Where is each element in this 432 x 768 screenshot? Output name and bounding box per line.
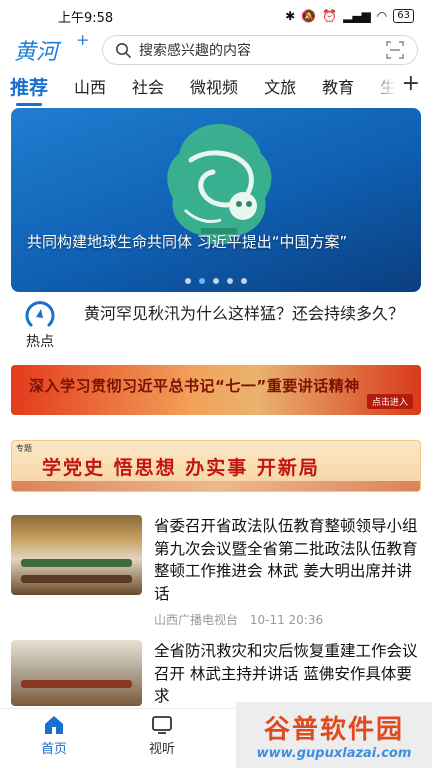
nav-home[interactable]: 首页 xyxy=(0,709,108,768)
scan-icon[interactable] xyxy=(385,40,405,60)
promo-banner-party-history[interactable]: 专题 学党史 悟思想 办实事 开新局 xyxy=(11,440,421,492)
tab-fade xyxy=(366,70,396,102)
site-watermark: 谷普软件园 www.gupuxlazai.com xyxy=(236,702,432,768)
app-logo[interactable]: 黄河 + xyxy=(14,30,90,66)
news-thumbnail xyxy=(11,515,142,595)
news-body: 省委召开省政法队伍教育整顿领导小组第九次会议暨全省第二批政法队伍教育整顿工作推进… xyxy=(154,515,421,627)
logo-plus: + xyxy=(76,30,90,49)
tv-icon xyxy=(152,716,172,734)
news-source: 山西广播电视台 xyxy=(154,613,239,627)
promo-speech-title: 深入学习贯彻习近平总书记“七一”重要讲话精神 xyxy=(29,377,360,395)
nav-audio-video-label: 视听 xyxy=(148,742,175,757)
tab-micro-video[interactable]: 微视频 xyxy=(190,74,238,98)
watermark-title: 谷普软件园 xyxy=(263,715,404,745)
search-input[interactable]: 搜索感兴趣的内容 xyxy=(102,35,418,65)
banner-caption: 共同构建地球生命共同体 习近平提出“中国方案” xyxy=(27,233,348,251)
banner-pagination xyxy=(11,278,421,284)
add-channel-icon[interactable]: + xyxy=(402,72,420,96)
news-body: 全省防汛救灾和灾后恢复重建工作会议召开 林武主持并讲话 蓝佛安作具体要求 xyxy=(154,640,421,710)
promo-enter-button[interactable]: 点击进入 xyxy=(366,394,413,409)
search-placeholder: 搜索感兴趣的内容 xyxy=(139,43,251,59)
tab-culture-tourism[interactable]: 文旅 xyxy=(264,74,296,98)
news-item[interactable]: 全省防汛救灾和灾后恢复重建工作会议召开 林武主持并讲话 蓝佛安作具体要求 xyxy=(11,640,421,710)
news-title: 省委召开省政法队伍教育整顿领导小组第九次会议暨全省第二批政法队伍教育整顿工作推进… xyxy=(154,517,418,603)
pagination-dot[interactable] xyxy=(227,278,233,284)
promo-party-history-title: 学党史 悟思想 办实事 开新局 xyxy=(42,457,320,479)
home-icon xyxy=(45,716,63,734)
top-bar: 黄河 + 搜索感兴趣的内容 xyxy=(0,30,432,68)
thumb-table-detail xyxy=(21,559,132,567)
pagination-dot[interactable] xyxy=(185,278,191,284)
hot-timer-icon xyxy=(25,301,55,327)
nav-home-label: 首页 xyxy=(40,742,67,757)
news-thumbnail xyxy=(11,640,142,706)
news-time: 10-11 20:36 xyxy=(249,613,324,627)
promo-special-tag: 专题 xyxy=(16,444,32,453)
signal-icon: ▂▄▆ xyxy=(343,9,371,23)
tab-education[interactable]: 教育 xyxy=(322,74,354,98)
pagination-dot[interactable] xyxy=(199,278,205,284)
status-time: 上午9:58 xyxy=(58,10,114,26)
news-item[interactable]: 省委召开省政法队伍教育整顿领导小组第九次会议暨全省第二批政法队伍教育整顿工作推进… xyxy=(11,515,421,627)
news-title: 全省防汛救灾和灾后恢复重建工作会议召开 林武主持并讲话 蓝佛安作具体要求 xyxy=(154,642,418,705)
status-bar: 上午9:58 ✱ 🔕 ⏰ ▂▄▆ ◠ 63 xyxy=(0,0,432,32)
news-meta: 山西广播电视台 10-11 20:36 xyxy=(154,611,421,628)
tab-recommend[interactable]: 推荐 xyxy=(10,73,48,106)
pagination-dot[interactable] xyxy=(241,278,247,284)
hot-label: 热点 xyxy=(26,334,54,350)
hot-topic-item[interactable]: 热点 黄河罕见秋汛为什么这样猛？还会持续多久？ xyxy=(0,298,432,356)
promo-wall-decoration xyxy=(12,481,420,491)
status-icons: ✱ 🔕 ⏰ ▂▄▆ ◠ 63 xyxy=(285,9,414,23)
thumb-table-detail xyxy=(21,575,132,583)
hero-banner[interactable]: 共同构建地球生命共同体 习近平提出“中国方案” xyxy=(11,108,421,292)
pagination-dot[interactable] xyxy=(213,278,219,284)
mute-icon: 🔕 xyxy=(301,9,317,23)
alarm-icon: ⏰ xyxy=(322,9,338,23)
nav-audio-video[interactable]: 视听 xyxy=(108,709,216,768)
logo-text: 黄河 xyxy=(14,40,59,65)
search-icon xyxy=(116,43,131,58)
promo-banner-speech[interactable]: 深入学习贯彻习近平总书记“七一”重要讲话精神 点击进入 xyxy=(11,365,421,415)
wifi-icon: ◠ xyxy=(376,9,388,23)
bluetooth-icon: ✱ xyxy=(285,9,296,23)
hot-badge: 热点 xyxy=(0,298,80,354)
thumb-table-detail xyxy=(21,680,132,688)
watermark-url: www.gupuxlazai.com xyxy=(256,746,412,761)
tab-society[interactable]: 社会 xyxy=(132,74,164,98)
tab-shanxi[interactable]: 山西 xyxy=(74,74,106,98)
hot-headline: 黄河罕见秋汛为什么这样猛？还会持续多久？ xyxy=(84,304,405,323)
banner-emblem-image xyxy=(167,124,272,244)
battery-icon: 63 xyxy=(393,9,414,23)
